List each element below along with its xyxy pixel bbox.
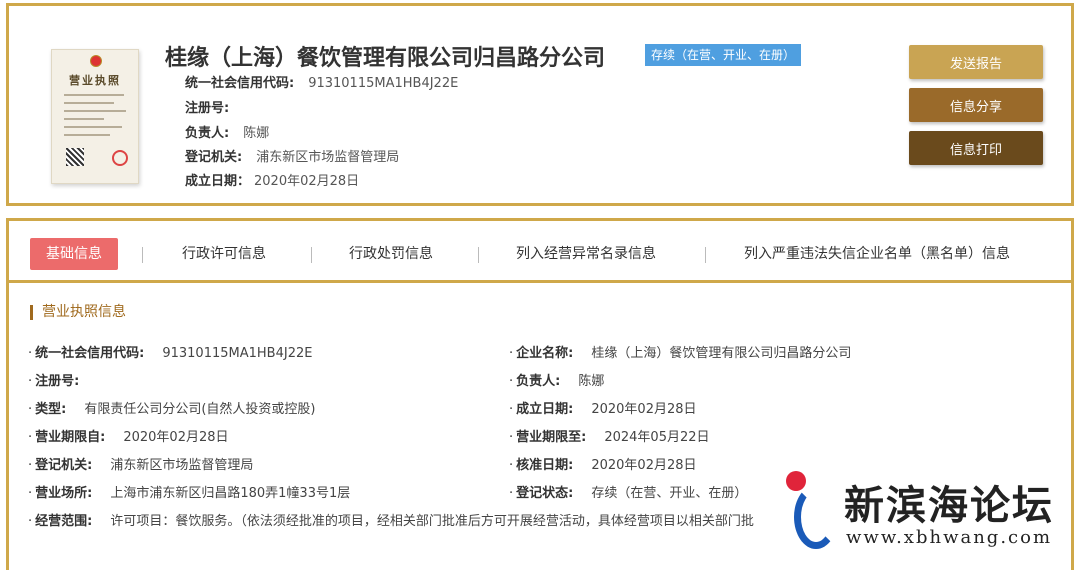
section-title: 营业执照信息 (30, 305, 126, 320)
field-approval-date: · 核准日期: 2020年02月28日 (509, 458, 697, 473)
field-credit-code: · 统一社会信用代码: 91310115MA1HB4J22E (28, 346, 313, 361)
info-registration-authority: 登记机关: 浦东新区市场监督管理局 (185, 150, 400, 165)
license-title: 营业执照 (69, 74, 121, 87)
watermark-url: www.xbhwang.com (846, 527, 1053, 548)
field-business-scope: · 经营范围: 许可项目：餐饮服务。（依法须经批准的项目，经相关部门批准后方可开展经… (28, 514, 754, 529)
license-text-line (64, 126, 122, 128)
company-summary-card: 营业执照 桂缘（上海）餐饮管理有限公司归昌路分公司 存续（在营、开业、在册） 统… (6, 3, 1074, 206)
tab-divider (478, 247, 479, 263)
tab-basic-info[interactable]: 基础信息 (30, 238, 118, 270)
tab-blacklist[interactable]: 列入严重违法失信企业名单（黑名单）信息 (744, 238, 1010, 270)
info-registration-number: 注册号: (185, 101, 230, 116)
license-text-line (64, 134, 110, 136)
tab-divider (705, 247, 706, 263)
business-license-thumbnail[interactable]: 营业执照 (51, 49, 139, 184)
tab-divider (142, 247, 143, 263)
info-responsible-person: 负责人: 陈娜 (185, 126, 270, 141)
official-seal-icon (112, 150, 128, 166)
send-report-button[interactable]: 发送报告 (909, 45, 1043, 79)
field-registration-authority: · 登记机关: 浦东新区市场监督管理局 (28, 458, 254, 473)
watermark-title: 新滨海论坛 (844, 483, 1054, 529)
watermark-logo-dot-icon (786, 471, 806, 491)
license-text-line (64, 110, 126, 112)
license-text-line (64, 102, 114, 104)
info-established-date: 成立日期： 2020年02月28日 (185, 174, 360, 189)
tab-bar: 基础信息 行政许可信息 行政处罚信息 列入经营异常名录信息 列入严重违法失信企业… (9, 221, 1071, 283)
license-text-line (64, 94, 124, 96)
field-term-end: · 营业期限至: 2024年05月22日 (509, 430, 710, 445)
tab-divider (311, 247, 312, 263)
field-company-type: · 类型: 有限责任公司分公司(自然人投资或控股) (28, 402, 316, 417)
share-info-button[interactable]: 信息分享 (909, 88, 1043, 122)
company-name: 桂缘（上海）餐饮管理有限公司归昌路分公司 (165, 46, 606, 71)
forum-watermark: 新滨海论坛 www.xbhwang.com (786, 471, 1076, 561)
watermark-logo-arc-icon (794, 485, 838, 549)
license-text-line (64, 118, 104, 120)
field-established-date: · 成立日期: 2020年02月28日 (509, 402, 697, 417)
info-credit-code: 统一社会信用代码: 91310115MA1HB4J22E (185, 76, 459, 91)
field-responsible-person: · 负责人: 陈娜 (509, 374, 605, 389)
tab-administrative-license[interactable]: 行政许可信息 (182, 238, 266, 270)
field-registration-number: · 注册号: (28, 374, 80, 389)
status-badge: 存续（在营、开业、在册） (645, 44, 802, 66)
print-info-button[interactable]: 信息打印 (909, 131, 1043, 165)
tab-administrative-penalty[interactable]: 行政处罚信息 (349, 238, 433, 270)
qr-code-icon (66, 148, 84, 166)
field-company-name: · 企业名称: 桂缘（上海）餐饮管理有限公司归昌路分公司 (509, 346, 852, 361)
tab-abnormal-operation-list[interactable]: 列入经营异常名录信息 (516, 238, 656, 270)
field-term-start: · 营业期限自: 2020年02月28日 (28, 430, 229, 445)
field-business-address: · 营业场所: 上海市浦东新区归昌路180弄1幢33号1层 (28, 486, 351, 501)
field-registration-status: · 登记状态: 存续（在营、开业、在册） (509, 486, 748, 501)
national-emblem-icon (90, 55, 102, 67)
